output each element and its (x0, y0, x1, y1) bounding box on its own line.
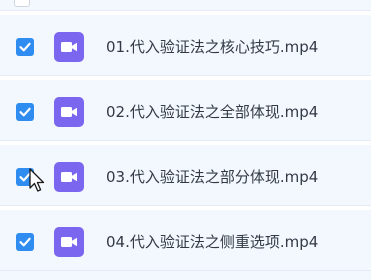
file-checkbox[interactable] (16, 38, 34, 56)
file-name[interactable]: 04.代入验证法之侧重选项.mp4 (106, 231, 318, 253)
list-item[interactable]: 01.代入验证法之核心技巧.mp4 (0, 15, 371, 76)
list-item[interactable]: 02.代入验证法之全部体现.mp4 (0, 80, 371, 141)
list-item-partial[interactable] (0, 271, 371, 280)
checkmark-icon (19, 107, 31, 117)
file-checkbox[interactable] (16, 103, 34, 121)
video-file-icon (54, 227, 84, 257)
list-item[interactable]: 03.代入验证法之部分体现.mp4 (0, 145, 371, 206)
checkmark-icon (19, 42, 31, 52)
video-file-icon (54, 32, 84, 62)
file-name[interactable]: 03.代入验证法之部分体现.mp4 (106, 166, 318, 188)
file-checkbox[interactable] (16, 233, 34, 251)
list-item-partial[interactable] (0, 0, 371, 11)
file-list-panel: 01.代入验证法之核心技巧.mp4 02.代入验证法之全部体现.mp4 03.代… (0, 0, 371, 280)
file-checkbox[interactable] (16, 168, 34, 186)
file-name[interactable]: 02.代入验证法之全部体现.mp4 (106, 101, 318, 123)
checkmark-icon (19, 237, 31, 247)
checkbox[interactable] (14, 0, 30, 7)
checkmark-icon (19, 172, 31, 182)
video-file-icon (54, 97, 84, 127)
list-item[interactable]: 04.代入验证法之侧重选项.mp4 (0, 210, 371, 271)
video-file-icon (54, 162, 84, 192)
file-name[interactable]: 01.代入验证法之核心技巧.mp4 (106, 36, 318, 58)
file-list: 01.代入验证法之核心技巧.mp4 02.代入验证法之全部体现.mp4 03.代… (0, 15, 371, 275)
